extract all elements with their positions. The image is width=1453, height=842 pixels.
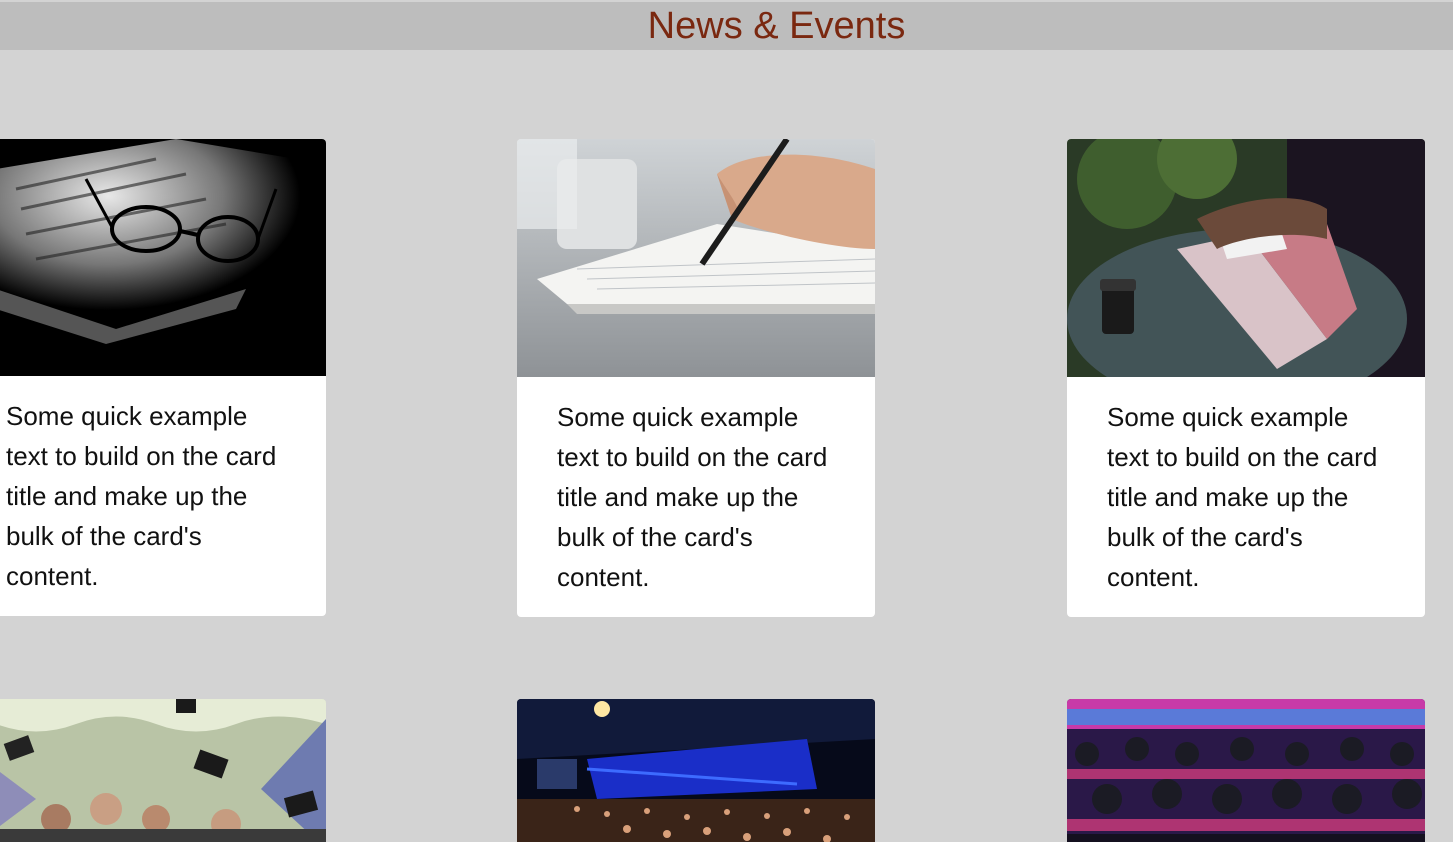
conference-hall-image (517, 699, 875, 842)
news-card-6[interactable] (1067, 699, 1425, 842)
hand-writing-image (517, 139, 875, 377)
news-card-3[interactable]: Some quick example text to build on the … (1067, 139, 1425, 617)
graduation-caps-image (0, 699, 326, 842)
laptop-coffee-image (1067, 139, 1425, 377)
newspaper-glasses-image (0, 139, 326, 376)
audience-seats-image (1067, 699, 1425, 842)
page: News & Events Some quick example text to… (0, 0, 1453, 842)
card-text: Some quick example text to build on the … (557, 402, 828, 592)
card-text: Some quick example text to build on the … (6, 401, 277, 591)
card-text: Some quick example text to build on the … (1107, 402, 1378, 592)
news-card-5[interactable] (517, 699, 875, 842)
news-card-4[interactable] (0, 699, 326, 842)
page-title: News & Events (647, 5, 906, 47)
news-card-1[interactable]: Some quick example text to build on the … (0, 139, 326, 616)
news-card-2[interactable]: Some quick example text to build on the … (517, 139, 875, 617)
header-bar: News & Events (0, 2, 1453, 50)
